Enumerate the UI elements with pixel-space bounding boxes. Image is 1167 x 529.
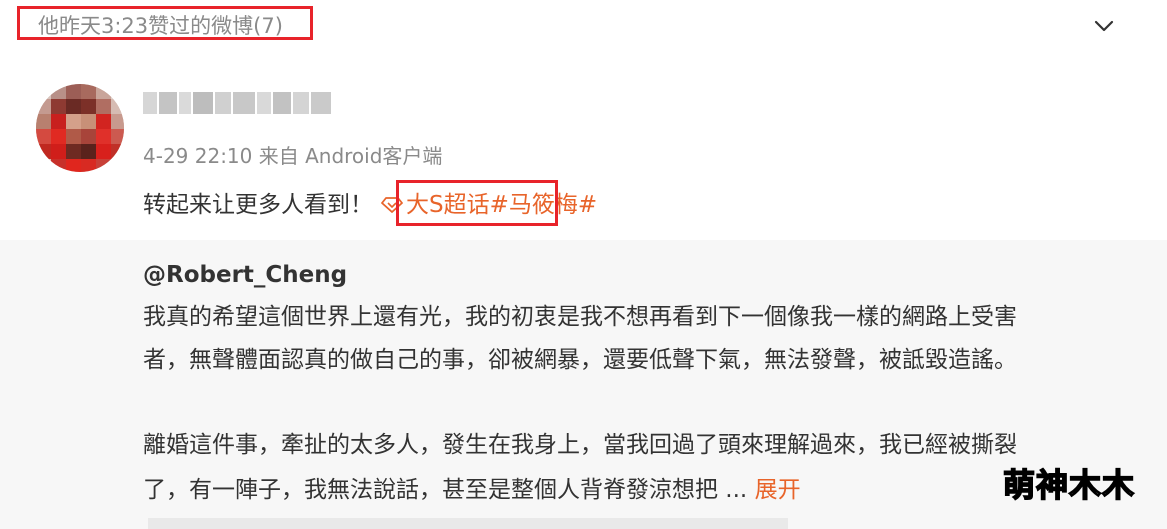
post-meta: 4-29 22:10 来自 Android客户端 <box>143 144 443 168</box>
highlight-box-topic <box>396 180 558 226</box>
expand-link[interactable]: 展开 <box>755 477 801 503</box>
next-item-edge <box>148 518 788 529</box>
reposted-content[interactable]: @Robert_Cheng 我真的希望這個世界上還有光，我的初衷是我不想再看到下… <box>0 240 1167 529</box>
weibo-like-feed: 他昨天3:23赞过的微博(7) 4-29 22:10 来自 Android客户端… <box>0 0 1167 529</box>
repost-line-2: 者，無聲體面認真的做自己的事，卻被網暴，還要低聲下氣，無法發聲，被詆毀造謠。 <box>143 347 1017 373</box>
username-blurred[interactable] <box>143 92 343 122</box>
highlight-box-header <box>17 6 313 40</box>
liked-posts-header: 他昨天3:23赞过的微博(7) <box>0 0 1167 50</box>
repost-line-4: 了，有一陣子，我無法說話，甚至是整個人背脊發涼想把 ... 展开 <box>143 475 801 505</box>
watermark: 萌神木木 <box>1002 465 1136 505</box>
repost-line-4-text: 了，有一陣子，我無法說話，甚至是整個人背脊發涼想把 ... <box>143 477 755 503</box>
repost-line-1: 我真的希望這個世界上還有光，我的初衷是我不想再看到下一個像我一樣的網路上受害 <box>143 304 1017 330</box>
chevron-down-icon[interactable] <box>1092 14 1116 38</box>
repost-line-3: 離婚這件事，牽扯的太多人，發生在我身上，當我回過了頭來理解過來，我已經被撕裂 <box>143 432 1017 458</box>
post-text-body: 转起来让更多人看到！ <box>143 192 373 218</box>
repost-author[interactable]: @Robert_Cheng <box>143 260 347 290</box>
avatar[interactable] <box>36 84 124 172</box>
